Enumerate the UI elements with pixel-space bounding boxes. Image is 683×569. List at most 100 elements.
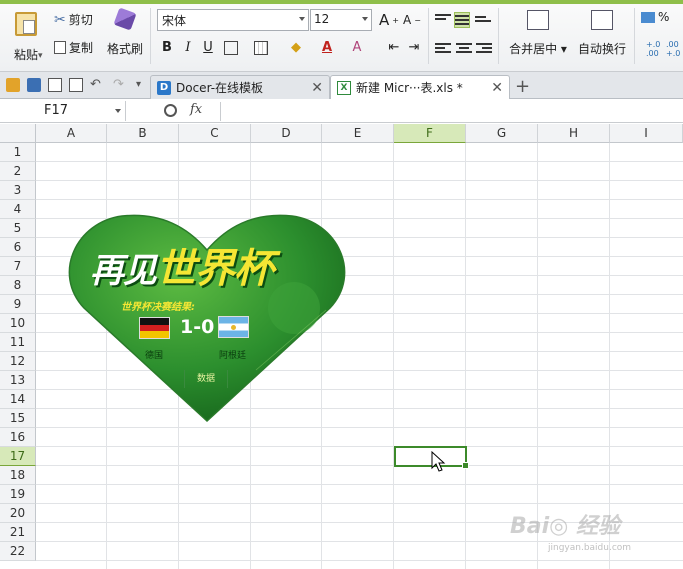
align-top-icon[interactable] [435,12,451,28]
italic-button[interactable]: I [180,40,196,56]
name-box[interactable]: F17 [0,101,126,121]
data-button[interactable]: 数据 [184,370,228,388]
print-icon[interactable] [48,78,62,92]
ribbon-separator [634,8,635,64]
row-header-3[interactable]: 3 [0,181,36,200]
borders-icon[interactable] [224,41,238,55]
team-left-label: 德国 [145,351,164,361]
cell-style-icon[interactable] [254,41,268,55]
row-header-13[interactable]: 13 [0,371,36,390]
row-header-11[interactable]: 11 [0,333,36,352]
row-header-7[interactable]: 7 [0,257,36,276]
font-name-select[interactable]: 宋体 [157,9,309,31]
baidu-watermark-logo: Bai◎ 经验 [510,514,621,539]
copy-label: 复制 [69,41,94,55]
wrap-text-button[interactable]: 自动换行 [575,10,629,66]
tab-docer[interactable]: D Docer-在线模板 ✕ [150,75,330,99]
underline-button[interactable]: U [200,40,216,56]
clear-format-icon[interactable]: A [349,40,365,56]
fx-button[interactable]: fx [190,102,202,117]
new-tab-button[interactable]: + [515,76,530,97]
column-header-c[interactable]: C [179,124,251,143]
increase-decimal-button[interactable]: +.0.00 [646,40,660,58]
graphic-title-part2: 世界杯 [156,246,274,292]
percent-button[interactable]: % [641,10,669,24]
row-header-9[interactable]: 9 [0,295,36,314]
formula-bar: F17 fx [0,100,683,123]
row-gridline [36,180,683,181]
row-header-20[interactable]: 20 [0,504,36,523]
row-header-2[interactable]: 2 [0,162,36,181]
paste-dropdown-icon[interactable]: ▾ [38,51,43,61]
merge-center-label: 合并居中 [509,42,558,56]
row-gridline [36,541,683,542]
column-header-a[interactable]: A [36,124,107,143]
cut-label: 剪切 [68,13,93,27]
close-icon[interactable]: ✕ [311,80,323,96]
format-painter-button[interactable]: 格式刷 [105,7,145,57]
font-color-icon[interactable]: A [319,40,335,56]
row-header-8[interactable]: 8 [0,276,36,295]
align-center-icon[interactable] [456,41,472,57]
copy-button[interactable]: 复制 [54,39,93,56]
bold-button[interactable]: B [159,40,175,56]
shrink-font-button[interactable]: A − [403,13,421,27]
print-preview-icon[interactable] [69,78,83,92]
font-size-select[interactable]: 12 [310,9,372,31]
align-left-icon[interactable] [435,41,451,57]
tab-label: 新建 Micr···表.xls * [356,81,463,95]
fill-color-icon[interactable]: ◆ [288,40,304,56]
select-all-corner[interactable] [0,124,36,143]
row-header-17[interactable]: 17 [0,447,36,466]
wrap-text-label: 自动换行 [577,42,626,56]
graphic-title-part1: 再见 [90,251,157,291]
align-bottom-icon[interactable] [475,14,491,30]
cut-button[interactable]: ✂ 剪切 [54,11,93,28]
document-tab-bar: ↶ ↷ ▾ D Docer-在线模板 ✕ X 新建 Micr···表.xls *… [0,72,683,99]
row-header-5[interactable]: 5 [0,219,36,238]
chevron-down-icon [115,109,121,113]
row-header-1[interactable]: 1 [0,143,36,162]
zoom-icon[interactable] [164,104,177,117]
row-header-21[interactable]: 21 [0,523,36,542]
save-icon[interactable] [27,78,41,92]
decrease-decimal-button[interactable]: .00 +.0 [666,40,680,58]
column-header-b[interactable]: B [107,124,179,143]
row-header-12[interactable]: 12 [0,352,36,371]
column-header-d[interactable]: D [251,124,322,143]
team-right-label: 阿根廷 [219,351,247,361]
chevron-down-icon [362,17,368,21]
row-header-10[interactable]: 10 [0,314,36,333]
column-header-i[interactable]: I [610,124,683,143]
formula-input[interactable] [220,102,683,121]
merge-center-button[interactable]: 合并居中 ▾ [504,10,572,66]
chevron-down-icon [299,17,305,21]
align-middle-icon[interactable] [454,12,470,28]
close-icon[interactable]: ✕ [491,80,503,96]
undo-icon[interactable]: ↶ [90,78,104,92]
column-header-g[interactable]: G [466,124,538,143]
column-header-f[interactable]: F [394,124,466,143]
column-header-e[interactable]: E [322,124,394,143]
row-header-18[interactable]: 18 [0,466,36,485]
grow-font-button[interactable]: A + [379,11,399,29]
tab-label: Docer-在线模板 [176,81,264,95]
row-header-19[interactable]: 19 [0,485,36,504]
indent-increase-icon[interactable]: ⇥ [406,40,422,56]
align-right-icon[interactable] [476,41,492,57]
open-folder-icon[interactable] [6,78,20,92]
row-gridline [36,427,683,428]
row-header-15[interactable]: 15 [0,409,36,428]
customize-toolbar-icon[interactable]: ▾ [136,78,150,92]
tab-spreadsheet[interactable]: X 新建 Micr···表.xls * ✕ [330,75,510,99]
font-size-value: 12 [314,12,330,26]
column-header-h[interactable]: H [538,124,610,143]
redo-icon[interactable]: ↷ [113,78,127,92]
row-header-14[interactable]: 14 [0,390,36,409]
clipboard-icon [15,12,37,36]
row-header-4[interactable]: 4 [0,200,36,219]
indent-decrease-icon[interactable]: ⇤ [386,40,402,56]
row-header-6[interactable]: 6 [0,238,36,257]
row-header-16[interactable]: 16 [0,428,36,447]
row-header-22[interactable]: 22 [0,542,36,561]
